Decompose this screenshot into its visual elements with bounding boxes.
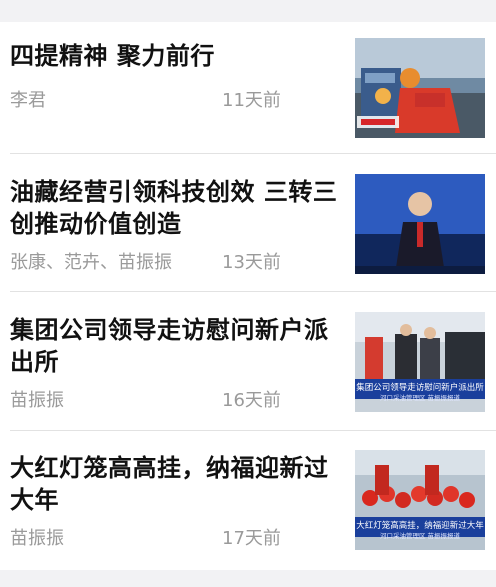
news-item[interactable]: 集团公司领导走访慰问新户派出所 苗振振 16天前 集团公司领导走访慰问新户派出所… (0, 296, 496, 433)
news-title[interactable]: 油藏经营引领科技创效 三转三创推动价值创造 (10, 176, 340, 240)
news-item[interactable]: 大红灯笼高高挂，纳福迎新过大年 苗振振 17天前 大红灯笼高高挂，纳福迎新过大年… (0, 434, 496, 571)
news-author: 李君 (10, 90, 46, 111)
news-feed: 四提精神 聚力前行 李君 11天前 油藏经营引领科技创效 三转三创推动价值创造 … (0, 22, 496, 570)
news-title[interactable]: 大红灯笼高高挂，纳福迎新过大年 (10, 452, 340, 516)
image-subcaption: 河口采油管理区 苗振振报道 (379, 532, 461, 540)
news-time: 17天前 (222, 528, 281, 549)
news-title[interactable]: 四提精神 聚力前行 (10, 40, 340, 72)
news-time: 16天前 (222, 390, 281, 411)
news-thumbnail[interactable]: 大红灯笼高高挂，纳福迎新过大年 河口采油管理区 苗振振报道 (355, 450, 485, 550)
news-thumbnail[interactable] (355, 174, 485, 274)
worker-welding-photo (355, 38, 485, 138)
news-thumbnail[interactable]: 集团公司领导走访慰问新户派出所 河口采油管理区 苗振振报道 (355, 312, 485, 412)
news-author: 苗振振 (10, 390, 64, 411)
divider (10, 430, 496, 431)
news-time: 13天前 (222, 252, 281, 273)
news-item[interactable]: 四提精神 聚力前行 李君 11天前 (0, 22, 496, 159)
news-author: 张康、范卉、苗振振 (10, 252, 172, 273)
divider (10, 291, 496, 292)
image-subcaption: 河口采油管理区 苗振振报道 (379, 394, 461, 402)
news-item[interactable]: 油藏经营引领科技创效 三转三创推动价值创造 张康、范卉、苗振振 13天前 (0, 158, 496, 295)
news-anchor-photo (355, 174, 485, 274)
news-title[interactable]: 集团公司领导走访慰问新户派出所 (10, 314, 340, 378)
bottom-spacer (0, 570, 496, 587)
divider (10, 153, 496, 154)
top-spacer (0, 0, 496, 22)
news-author: 苗振振 (10, 528, 64, 549)
news-thumbnail[interactable] (355, 38, 485, 138)
news-time: 11天前 (222, 90, 281, 111)
